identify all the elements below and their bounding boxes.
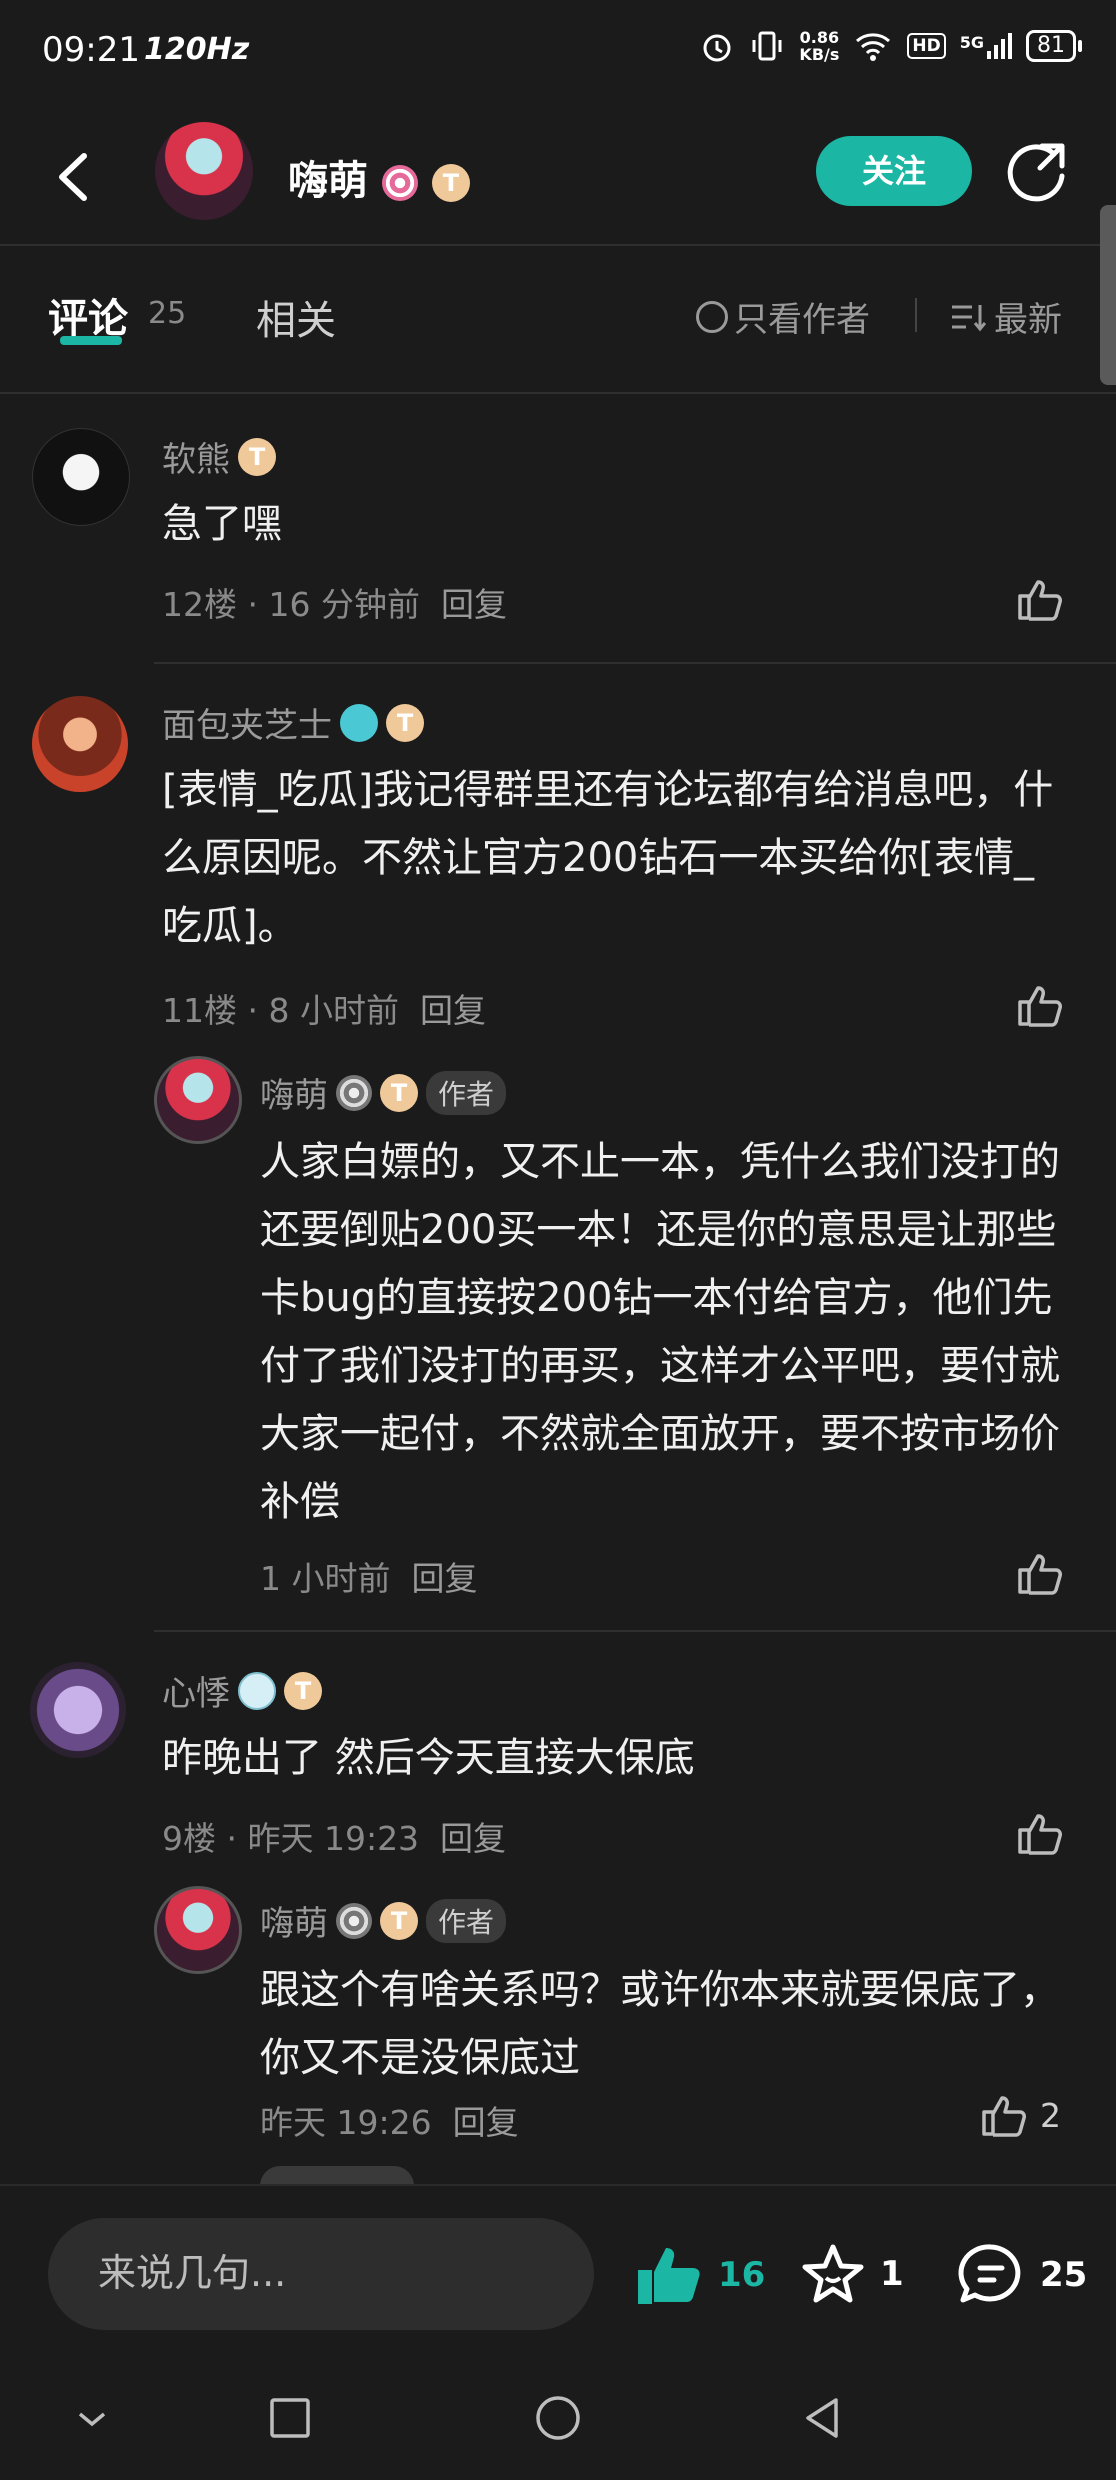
header-divider: [0, 244, 1116, 246]
battery-indicator: 81: [1026, 30, 1082, 62]
comment-item: 心悸 T 昨晚出了 然后今天直接大保底 9楼 · 昨天 19:23 回复 嗨萌 …: [0, 1632, 1116, 2184]
commenter-avatar[interactable]: [32, 696, 128, 792]
post-like-count: 16: [718, 2255, 766, 2295]
tab-related[interactable]: 相关: [256, 288, 336, 346]
system-nav-bar: [0, 2364, 1116, 2480]
thumbs-up-filled-icon: [638, 2248, 700, 2304]
comment-tabs: 评论 25 相关 只看作者 最新: [0, 250, 1116, 390]
commenter-avatar[interactable]: [30, 1662, 126, 1758]
net-speed: 0.86 KB/s: [799, 28, 840, 64]
follow-button[interactable]: 关注: [816, 136, 972, 206]
recent-apps-icon[interactable]: [268, 2396, 312, 2440]
reply-like-count: 2: [1040, 2095, 1061, 2135]
sort-list-icon: [952, 304, 986, 331]
status-time: 09:21: [42, 30, 140, 70]
tabs-divider: [0, 392, 1116, 394]
reply-name-row[interactable]: 嗨萌 T 作者: [260, 1068, 507, 1117]
author-liked-tag: [260, 2166, 414, 2184]
reply-button[interactable]: 回复: [441, 585, 507, 624]
reply-avatar[interactable]: [154, 1886, 242, 1974]
author-name-row[interactable]: 嗨萌 T: [288, 148, 470, 206]
like-icon[interactable]: [1016, 1550, 1066, 1596]
swirl-badge-icon: [381, 165, 418, 201]
gem-badge-icon: [340, 703, 378, 742]
level-badge-icon: T: [238, 437, 276, 476]
comments-button[interactable]: 25: [956, 2242, 1087, 2308]
reply-name-row[interactable]: 嗨萌 T 作者: [260, 1896, 507, 1945]
level-badge-icon: T: [386, 703, 424, 742]
bottom-action-bar: 16 1 25: [0, 2184, 1116, 2366]
reply-text: 跟这个有啥关系吗？或许你本来就要保底了，你又不是没保底过: [260, 1967, 1060, 2081]
back-triangle-icon[interactable]: [798, 2394, 846, 2442]
comment-count: 25: [1040, 2255, 1088, 2295]
like-icon: [982, 2096, 1026, 2137]
reply-button[interactable]: 回复: [440, 1819, 506, 1858]
swirl-badge-icon: [336, 1074, 372, 1111]
reply-meta: 昨天 19:26 回复: [260, 2103, 519, 2142]
commenter-name-row[interactable]: 面包夹芝士 T: [162, 698, 424, 747]
signal-5g-icon: 5G: [960, 33, 1012, 59]
reply-like[interactable]: 2: [980, 2092, 1061, 2138]
reply-text: 人家白嫖的，又不止一本，凭什么我们没打的还要倒贴200买一本！还是你的意思是让那…: [260, 1139, 1060, 1525]
level-badge-icon: T: [284, 1671, 322, 1710]
commenter-avatar[interactable]: [32, 428, 130, 526]
reply-button[interactable]: 回复: [453, 2103, 519, 2142]
comment-text: 昨晚出了 然后今天直接大保底: [162, 1735, 695, 1781]
author-tag: 作者: [426, 1898, 507, 1943]
comment-text: [表情_吃瓜]我记得群里还有论坛都有给消息吧，什么原因呢。不然让官方200钻石一…: [162, 767, 1054, 949]
tabs-separator: [915, 298, 917, 332]
author-tag: 作者: [426, 1070, 507, 1115]
like-icon[interactable]: [1016, 576, 1066, 622]
vibrate-icon: [752, 31, 782, 61]
like-icon[interactable]: [1016, 1810, 1066, 1856]
star-icon: [802, 2244, 864, 2303]
comment-item: 面包夹芝士 T [表情_吃瓜]我记得群里还有论坛都有给消息吧，什么原因呢。不然让…: [0, 664, 1116, 1630]
favorite-button[interactable]: 1: [800, 2242, 904, 2306]
commenter-name-row[interactable]: 心悸 T: [162, 1666, 322, 1715]
reply-button[interactable]: 回复: [411, 1559, 477, 1598]
level-badge-icon: T: [431, 164, 470, 202]
reply-meta: 1 小时前 回复: [260, 1559, 478, 1598]
like-icon[interactable]: [1016, 982, 1066, 1028]
chevron-down-icon[interactable]: [72, 2404, 112, 2434]
author-name: 嗨萌: [288, 158, 368, 204]
wifi-icon: [856, 33, 891, 61]
radio-icon: [696, 300, 728, 333]
home-icon[interactable]: [534, 2394, 582, 2442]
favorite-count: 1: [880, 2254, 904, 2294]
author-avatar[interactable]: [155, 122, 253, 220]
sort-toggle[interactable]: 最新: [950, 292, 1062, 341]
face-badge-icon: [238, 1671, 276, 1710]
reply-button[interactable]: 回复: [420, 991, 486, 1030]
comment-bubble-icon: [958, 2244, 1021, 2303]
swirl-badge-icon: [336, 1902, 372, 1939]
comment-input-box[interactable]: [48, 2218, 594, 2330]
status-icons: 0.86 KB/s HD 5G 81: [699, 28, 1082, 64]
level-badge-icon: T: [380, 1901, 418, 1940]
alarm-icon: [703, 34, 731, 62]
comment-meta: 12楼 · 16 分钟前 回复: [162, 585, 507, 624]
post-header: 嗨萌 T 关注: [0, 112, 1116, 244]
back-arrow-icon[interactable]: [50, 150, 98, 204]
reply-avatar[interactable]: [154, 1056, 242, 1144]
hd-badge: HD: [907, 33, 946, 59]
comment-text: 急了嘿: [162, 501, 282, 547]
like-post-button[interactable]: 16: [634, 2242, 765, 2308]
level-badge-icon: T: [380, 1073, 418, 1112]
comments-count: 25: [148, 296, 187, 331]
tab-active-indicator: [60, 336, 122, 345]
comment-meta: 9楼 · 昨天 19:23 回复: [162, 1819, 507, 1858]
comment-meta: 11楼 · 8 小时前 回复: [162, 991, 486, 1030]
commenter-name-row[interactable]: 软熊 T: [162, 432, 276, 481]
status-bar: 09:21 120Hz 0.86 KB/s HD 5G 81: [0, 0, 1116, 100]
comment-input[interactable]: [96, 2250, 540, 2296]
share-icon[interactable]: [1004, 140, 1070, 206]
comment-item: 软熊 T 急了嘿 12楼 · 16 分钟前 回复: [0, 400, 1116, 660]
only-author-toggle[interactable]: 只看作者: [696, 292, 870, 341]
refresh-rate: 120Hz: [144, 32, 250, 67]
